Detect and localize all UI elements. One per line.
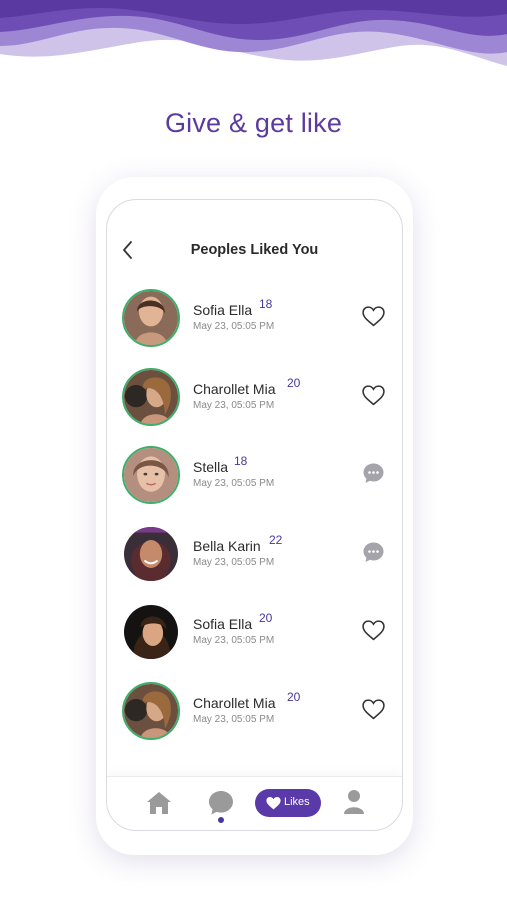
chat-bubble-icon[interactable] xyxy=(361,540,386,564)
chat-bubble-icon[interactable] xyxy=(361,461,386,485)
list-item[interactable]: Bella Karin 22 May 23, 05:05 PM xyxy=(107,524,402,603)
heart-outline-icon[interactable] xyxy=(361,304,386,328)
person-name: Charollet Mia xyxy=(193,380,276,397)
person-age: 22 xyxy=(269,532,283,547)
avatar xyxy=(122,446,180,505)
person-name: Charollet Mia xyxy=(193,694,276,711)
list-item[interactable]: Sofia Ella 18 May 23, 05:05 PM xyxy=(107,288,402,367)
home-icon[interactable] xyxy=(145,790,173,816)
person-name: Sofia Ella xyxy=(193,302,253,318)
list-item[interactable]: Charollet Mia 20 May 23, 05:05 PM xyxy=(107,681,402,760)
person-age: 20 xyxy=(259,611,273,626)
heart-icon xyxy=(266,796,281,810)
avatar xyxy=(122,681,180,740)
like-time: May 23, 05:05 PM xyxy=(193,321,275,332)
person-age: 20 xyxy=(287,689,301,704)
heart-outline-icon[interactable] xyxy=(361,383,386,407)
avatar xyxy=(122,525,180,583)
person-age: 18 xyxy=(234,454,248,469)
screen-title: Peoples Liked You xyxy=(190,242,319,258)
user-icon[interactable] xyxy=(343,789,365,815)
like-time: May 23, 05:05 PM xyxy=(193,399,275,411)
heart-outline-icon[interactable] xyxy=(361,697,386,721)
list-item[interactable]: Charollet Mia 20 May 23, 05:05 PM xyxy=(107,367,402,446)
bottom-nav: Likes xyxy=(107,776,402,830)
person-age: 18 xyxy=(259,297,273,311)
headline: Give & get like xyxy=(164,108,343,138)
phone-screen: Peoples Liked You Sofia Ella 18 May 23, … xyxy=(106,199,403,831)
header-wave-decoration xyxy=(0,0,507,66)
tab-likes-label: Likes xyxy=(284,796,310,808)
person-name: Sofia Ella xyxy=(193,616,253,633)
people-list: Sofia Ella 18 May 23, 05:05 PM Charollet… xyxy=(107,288,402,760)
heart-outline-icon[interactable] xyxy=(361,618,386,642)
like-time: May 23, 05:05 PM xyxy=(193,556,275,568)
avatar xyxy=(122,289,180,347)
list-item[interactable]: Stella 18 May 23, 05:05 PM xyxy=(107,445,402,524)
tab-likes[interactable]: Likes xyxy=(255,789,321,817)
screen-header: Peoples Liked You xyxy=(107,238,402,264)
avatar xyxy=(122,367,180,426)
person-name: Bella Karin xyxy=(193,537,261,554)
like-time: May 23, 05:05 PM xyxy=(193,478,275,490)
like-time: May 23, 05:05 PM xyxy=(193,713,275,725)
like-time: May 23, 05:05 PM xyxy=(193,635,275,647)
person-name: Stella xyxy=(193,459,229,476)
avatar xyxy=(122,603,180,661)
person-age: 20 xyxy=(287,375,301,390)
active-indicator-dot xyxy=(218,817,224,823)
chat-bubble-icon[interactable] xyxy=(207,789,235,819)
list-item[interactable]: Sofia Ella 20 May 23, 05:05 PM xyxy=(107,602,402,681)
